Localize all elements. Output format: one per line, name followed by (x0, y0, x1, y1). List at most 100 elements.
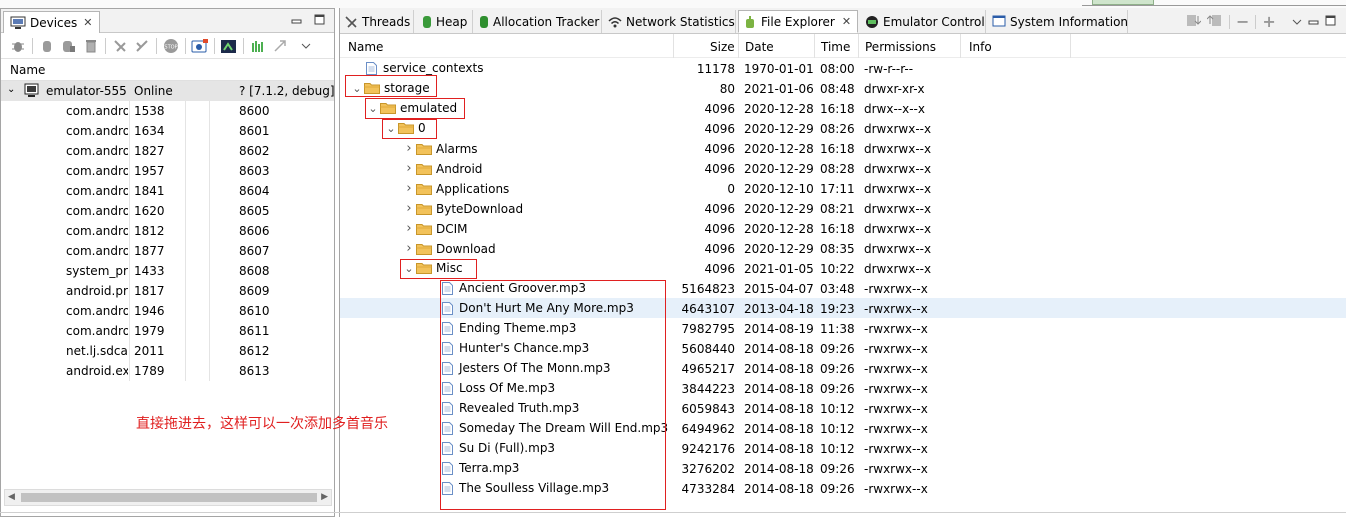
folder-row[interactable]: ⌄ Misc 4096 2021-01-05 10:22 drwxrwx--x (340, 258, 1346, 278)
chevron-down-icon[interactable]: ⌄ (366, 102, 380, 115)
tab-system-information[interactable]: System Information (988, 10, 1128, 33)
devices-table: ⌄ emulator-5554 Online ? [7.1.2, debug] … (1, 81, 335, 381)
tab-threads[interactable]: Threads (340, 10, 414, 33)
column-info[interactable]: Info (969, 40, 992, 54)
process-row[interactable]: com.andro 1538 8600 (1, 101, 334, 121)
delete-icon[interactable]: − (1236, 12, 1249, 31)
file-row[interactable]: Hunter's Chance.mp3 5608440 2014-08-18 09:2… (340, 338, 1346, 358)
process-row[interactable]: android.ex 1789 8613 (1, 361, 334, 381)
cause-gc-icon[interactable] (80, 36, 102, 56)
process-row[interactable]: com.andro 1812 8606 (1, 221, 334, 241)
file-row[interactable]: Ancient Groover.mp3 5164823 2015-04-07 03:4… (340, 278, 1346, 298)
new-folder-icon[interactable]: + (1262, 12, 1275, 31)
process-row[interactable]: com.andro 1841 8604 (1, 181, 334, 201)
tab-network-statistics[interactable]: Network Statistics (604, 10, 736, 33)
process-row[interactable]: com.andro 1946 8610 (1, 301, 334, 321)
folder-row[interactable]: › ByteDownload 4096 2020-12-29 08:21 drwxrwx-… (340, 198, 1346, 218)
tab-emulator-control[interactable]: Emulator Control (861, 10, 986, 33)
chevron-down-icon[interactable]: ⌄ (350, 82, 364, 95)
process-row[interactable]: com.andro 1634 8601 (1, 121, 334, 141)
file-row[interactable]: The Soulless Village.mp3 4733284 2014-08-1… (340, 478, 1346, 498)
device-row-emulator[interactable]: ⌄ emulator-5554 Online ? [7.1.2, debug] (1, 81, 335, 101)
process-name: com.andro (66, 164, 128, 178)
column-time[interactable]: Time (821, 40, 850, 54)
process-row[interactable]: system_prc 1433 8608 (1, 261, 334, 281)
dump-hprof-icon[interactable] (58, 36, 80, 56)
stop-process-icon[interactable]: STOP (160, 36, 182, 56)
pull-file-icon[interactable] (1185, 12, 1202, 31)
folder-row[interactable]: ⌄ 0 4096 2020-12-29 08:26 drwxrwx--x (340, 118, 1346, 138)
folder-row[interactable]: ⌄ emulated 4096 2020-12-28 16:18 drwx--x--x (340, 98, 1346, 118)
process-row[interactable]: android.pr 1817 8609 (1, 281, 334, 301)
chevron-right-icon[interactable]: › (402, 141, 416, 156)
scroll-right-icon[interactable]: ▶ (321, 492, 328, 502)
process-row[interactable]: com.andro 1877 8607 (1, 241, 334, 261)
file-size: 4096 (704, 162, 735, 176)
file-row[interactable]: service_contexts 11178 1970-01-01 08:00 -rw-… (340, 58, 1346, 78)
process-row[interactable]: com.andro 1957 8603 (1, 161, 334, 181)
scroll-left-icon[interactable]: ◀ (8, 492, 15, 502)
tab-devices[interactable]: Devices ✕ (3, 11, 100, 33)
tab-heap[interactable]: Heap (418, 10, 473, 33)
maximize-icon[interactable] (314, 14, 325, 25)
start-method-profiling-icon[interactable] (131, 36, 153, 56)
file-explorer-icon (743, 15, 757, 29)
perspective-button[interactable] (1092, 0, 1154, 5)
column-permissions[interactable]: Permissions (865, 40, 936, 54)
close-icon[interactable]: ✕ (83, 16, 92, 29)
screen-capture-icon[interactable] (189, 36, 211, 56)
horizontal-scrollbar[interactable]: ◀ ▶ (4, 489, 332, 506)
opengl-trace-icon[interactable] (247, 36, 269, 56)
minimize-icon[interactable] (291, 14, 302, 25)
debug-bug-icon[interactable] (7, 36, 29, 56)
folder-row[interactable]: › Android 4096 2020-12-29 08:28 drwxrwx--x (340, 158, 1346, 178)
push-file-icon[interactable] (1206, 12, 1223, 31)
process-row[interactable]: net.lj.sdcar 2011 8612 (1, 341, 334, 361)
top-strip (0, 0, 1346, 8)
view-menu-icon[interactable] (295, 36, 317, 56)
folder-row[interactable]: › Download 4096 2020-12-29 08:35 drwxrwx--x (340, 238, 1346, 258)
folder-row[interactable]: › DCIM 4096 2020-12-28 16:18 drwxrwx--x (340, 218, 1346, 238)
file-time: 10:22 (820, 262, 855, 276)
chevron-right-icon[interactable]: › (402, 221, 416, 236)
file-row[interactable]: Ending Theme.mp3 7982795 2014-08-19 11:38 -r… (340, 318, 1346, 338)
hierarchy-icon[interactable] (269, 36, 291, 56)
minimize-icon[interactable] (1308, 15, 1319, 29)
chevron-right-icon[interactable]: › (402, 241, 416, 256)
tab-allocation-tracker[interactable]: Allocation Tracker (475, 10, 602, 33)
expand-chevron-icon[interactable]: ⌄ (7, 84, 15, 95)
chevron-down-icon[interactable]: ⌄ (402, 262, 416, 275)
file-row[interactable]: Revealed Truth.mp3 6059843 2014-08-18 10:12… (340, 398, 1346, 418)
file-row[interactable]: Don't Hurt Me Any More.mp3 4643107 2013-04… (340, 298, 1346, 318)
update-threads-icon[interactable] (109, 36, 131, 56)
chevron-right-icon[interactable]: › (402, 161, 416, 176)
column-name[interactable]: Name (348, 40, 383, 54)
maximize-icon[interactable] (1325, 15, 1336, 29)
systrace-icon[interactable] (218, 36, 240, 56)
column-size[interactable]: Size (710, 40, 735, 54)
devices-column-name[interactable]: Name (10, 63, 45, 77)
file-icon (442, 441, 453, 455)
file-row[interactable]: Jesters Of The Monn.mp3 4965217 2014-08-18… (340, 358, 1346, 378)
file-row[interactable]: Su Di (Full).mp3 9242176 2014-08-18 10:12 -r… (340, 438, 1346, 458)
process-row[interactable]: com.andro 1979 8611 (1, 321, 334, 341)
update-heap-icon[interactable] (36, 36, 58, 56)
chevron-down-icon[interactable]: ⌄ (384, 122, 398, 135)
column-date[interactable]: Date (745, 40, 774, 54)
process-row[interactable]: com.andro 1827 8602 (1, 141, 334, 161)
tab-file-explorer[interactable]: File Explorer ✕ (738, 10, 858, 33)
file-row[interactable]: Someday The Dream Will End.mp3 6494962 201… (340, 418, 1346, 438)
process-pid: 2011 (134, 344, 165, 358)
file-row[interactable]: Loss Of Me.mp3 3844223 2014-08-18 09:26 -rwx… (340, 378, 1346, 398)
chevron-right-icon[interactable]: › (402, 181, 416, 196)
folder-row[interactable]: › Alarms 4096 2020-12-28 16:18 drwxrwx--x (340, 138, 1346, 158)
folder-icon (416, 203, 432, 215)
scroll-thumb[interactable] (21, 493, 317, 502)
process-row[interactable]: com.andro 1620 8605 (1, 201, 334, 221)
chevron-right-icon[interactable]: › (402, 201, 416, 216)
folder-row[interactable]: › Applications 0 2020-12-10 17:11 drwxrwx--x (340, 178, 1346, 198)
close-icon[interactable]: ✕ (842, 15, 851, 28)
folder-row[interactable]: ⌄ storage 80 2021-01-06 08:48 drwxr-xr-x (340, 78, 1346, 98)
view-menu-icon[interactable] (1292, 15, 1302, 29)
file-row[interactable]: Terra.mp3 3276202 2014-08-18 09:26 -rwxrwx--… (340, 458, 1346, 478)
